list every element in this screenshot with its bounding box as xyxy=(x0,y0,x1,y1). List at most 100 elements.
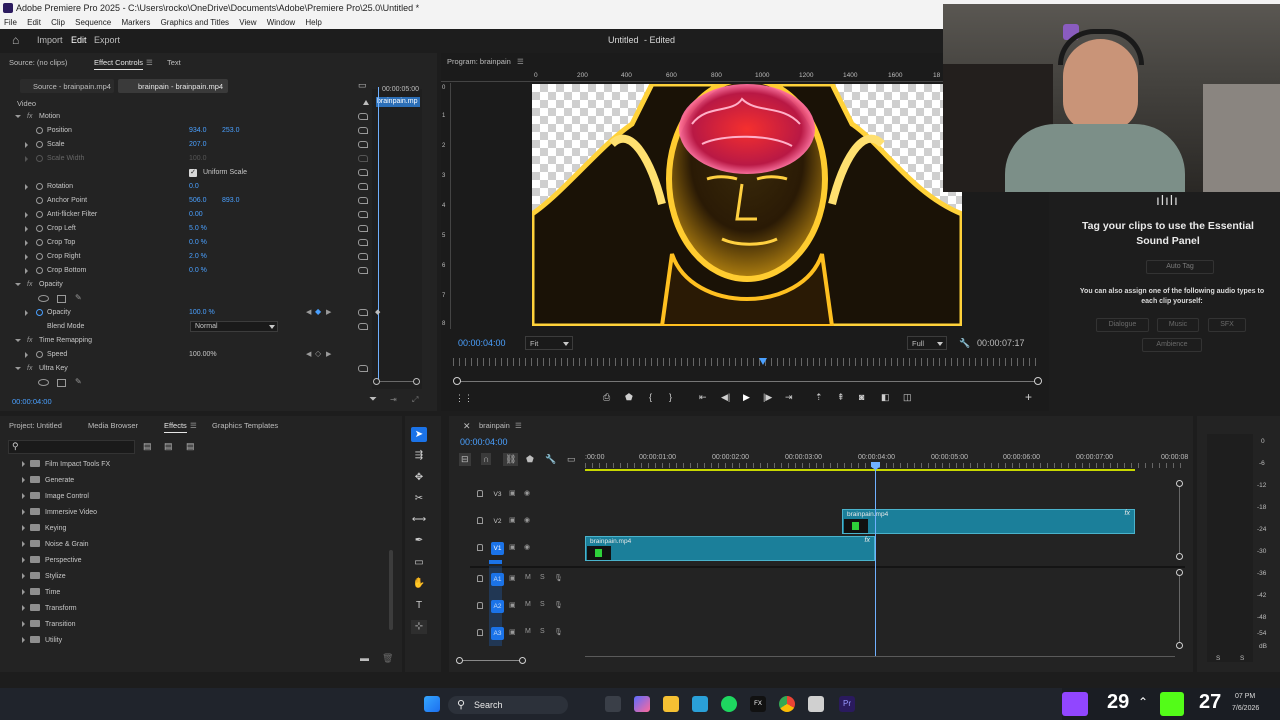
ambience-button[interactable]: Ambience xyxy=(1142,338,1202,352)
clip-v2[interactable]: brainpain.mp4 fx xyxy=(842,509,1135,534)
scale-value[interactable]: 207.0 xyxy=(189,141,207,148)
chevron-down-icon[interactable] xyxy=(15,367,21,370)
scroll-handle-left[interactable] xyxy=(453,377,461,385)
folder-item[interactable]: Immersive Video xyxy=(22,508,97,516)
subtab-sequence-clip[interactable]: brainpain - brainpain.mp4 xyxy=(118,79,228,93)
chrome-icon[interactable] xyxy=(779,696,795,712)
new-bin-icon[interactable]: ▬ xyxy=(360,653,369,663)
reset-icon[interactable] xyxy=(358,253,368,260)
captions-icon[interactable]: ▭ xyxy=(567,454,576,465)
chevron-down-icon[interactable] xyxy=(15,283,21,286)
effect-opacity[interactable]: fx Opacity xyxy=(0,278,360,292)
next-keyframe-icon[interactable]: ▶ xyxy=(326,308,331,316)
expand-icon[interactable]: ⤢ xyxy=(412,395,418,405)
lock-icon[interactable] xyxy=(477,517,483,524)
scroll-up-icon[interactable] xyxy=(363,100,369,105)
keyframe-icon[interactable]: ◆ xyxy=(375,308,380,316)
chevron-right-icon[interactable] xyxy=(25,212,28,218)
chevron-right-icon[interactable] xyxy=(22,637,25,643)
stopwatch-icon[interactable] xyxy=(36,127,43,134)
menu-file[interactable]: File xyxy=(0,16,21,27)
tab-source[interactable]: Source: (no clips) xyxy=(9,58,67,67)
32bit-effects-icon[interactable]: ▤ xyxy=(164,441,173,452)
effect-ultra-key[interactable]: fx Ultra Key xyxy=(0,362,368,376)
caption-tool-icon[interactable]: ⊹ xyxy=(411,620,427,634)
video-frame[interactable] xyxy=(532,84,962,326)
eye-icon[interactable]: ◉ xyxy=(524,543,530,551)
track-header-v3[interactable]: V3 ▣ ◉ xyxy=(470,485,585,503)
zoom-handle-left[interactable] xyxy=(373,378,380,385)
track-header-a1[interactable]: A1 ▣ M S 🎙 xyxy=(470,570,585,588)
tab-effect-controls[interactable]: Effect Controls xyxy=(94,58,144,70)
effect-motion[interactable]: fx Motion xyxy=(0,110,368,124)
timeline-timecode[interactable]: 00:00:04:00 xyxy=(460,437,508,447)
premiere-taskbar-icon[interactable]: Pr xyxy=(839,696,855,712)
lock-icon[interactable] xyxy=(477,490,483,497)
scroll-handle[interactable] xyxy=(1176,480,1183,487)
chevron-right-icon[interactable] xyxy=(22,541,25,547)
clip-v1[interactable]: brainpain.mp4 fx xyxy=(585,536,875,561)
rectangle-mask-icon[interactable] xyxy=(57,295,66,303)
subtab-source-clip[interactable]: Source - brainpain.mp4 xyxy=(20,79,114,93)
track-header-a2[interactable]: A2 ▣ M S 🎙 xyxy=(470,597,585,615)
folder-item[interactable]: Generate xyxy=(22,476,74,484)
sync-lock-icon[interactable]: ▣ xyxy=(509,516,516,524)
chevron-right-icon[interactable] xyxy=(25,240,28,246)
quality-select[interactable]: Full xyxy=(907,336,947,350)
track-header-v1[interactable]: V1 ▣ ◉ xyxy=(470,539,585,557)
lock-icon[interactable] xyxy=(477,575,483,582)
stopwatch-icon[interactable] xyxy=(36,239,43,246)
stopwatch-icon[interactable] xyxy=(36,309,43,316)
hudfx-icon[interactable]: FX xyxy=(750,696,766,712)
solo-right-button[interactable]: S xyxy=(1240,655,1244,662)
chevron-down-icon[interactable] xyxy=(15,115,21,118)
workspace-export[interactable]: Export xyxy=(94,35,120,45)
crop-left-value[interactable]: 5.0 % xyxy=(189,225,207,232)
folder-item[interactable]: Keying xyxy=(22,524,66,532)
add-keyframe-icon[interactable]: ◆ xyxy=(315,307,321,316)
auto-tag-button[interactable]: Auto Tag xyxy=(1146,260,1214,274)
add-marker-icon[interactable]: ⬟ xyxy=(625,392,633,403)
chevron-right-icon[interactable] xyxy=(25,268,28,274)
position-y-value[interactable]: 253.0 xyxy=(222,127,240,134)
mute-icon[interactable]: M xyxy=(525,574,531,581)
menu-icon[interactable]: ☰ xyxy=(146,58,153,67)
audio-vscroll[interactable] xyxy=(1179,576,1180,642)
chevron-right-icon[interactable] xyxy=(22,525,25,531)
sequence-tab[interactable]: brainpain xyxy=(479,421,510,430)
chevron-right-icon[interactable] xyxy=(25,142,28,148)
chevron-right-icon[interactable] xyxy=(25,254,28,260)
stopwatch-icon[interactable] xyxy=(36,351,43,358)
step-back-icon[interactable]: ◀| xyxy=(721,392,730,403)
program-scrollbar[interactable] xyxy=(457,381,1038,382)
chevron-right-icon[interactable] xyxy=(22,589,25,595)
spotify-icon[interactable] xyxy=(721,696,737,712)
ec-current-time[interactable]: 00:00:04:00 xyxy=(12,397,52,406)
crop-right-value[interactable]: 2.0 % xyxy=(189,253,207,260)
effect-mini-timeline[interactable] xyxy=(372,89,422,389)
tab-media-browser[interactable]: Media Browser xyxy=(88,421,138,430)
linked-selection-icon[interactable]: ⛓ xyxy=(503,453,519,466)
solo-left-button[interactable]: S xyxy=(1216,655,1220,662)
music-button[interactable]: Music xyxy=(1157,318,1199,332)
folder-item[interactable]: Image Control xyxy=(22,492,89,500)
menu-window[interactable]: Window xyxy=(263,16,299,27)
video-vscroll[interactable] xyxy=(1179,487,1180,553)
slip-tool-icon[interactable]: ⟷ xyxy=(411,513,427,527)
speed-value[interactable]: 100.00% xyxy=(189,351,217,358)
work-area-bar[interactable] xyxy=(585,469,1135,471)
track-name[interactable]: V3 xyxy=(491,488,504,501)
play-icon[interactable]: ▶ xyxy=(743,392,750,403)
lock-icon[interactable] xyxy=(477,629,483,636)
sync-lock-icon[interactable]: ▣ xyxy=(509,574,516,582)
track-header-a3[interactable]: A3 ▣ M S 🎙 xyxy=(470,624,585,642)
timeline-playhead[interactable] xyxy=(875,466,876,656)
windows-start-icon[interactable] xyxy=(424,696,440,712)
reset-icon[interactable] xyxy=(358,127,368,134)
timeline-hscroll-track[interactable] xyxy=(585,656,1175,657)
yuv-effects-icon[interactable]: ▤ xyxy=(186,441,195,452)
prev-keyframe-icon[interactable]: ◀ xyxy=(306,350,311,358)
uniform-scale-checkbox[interactable]: ✓ xyxy=(189,169,197,177)
tab-graphics-templates[interactable]: Graphics Templates xyxy=(212,421,278,430)
chevron-right-icon[interactable] xyxy=(22,621,25,627)
